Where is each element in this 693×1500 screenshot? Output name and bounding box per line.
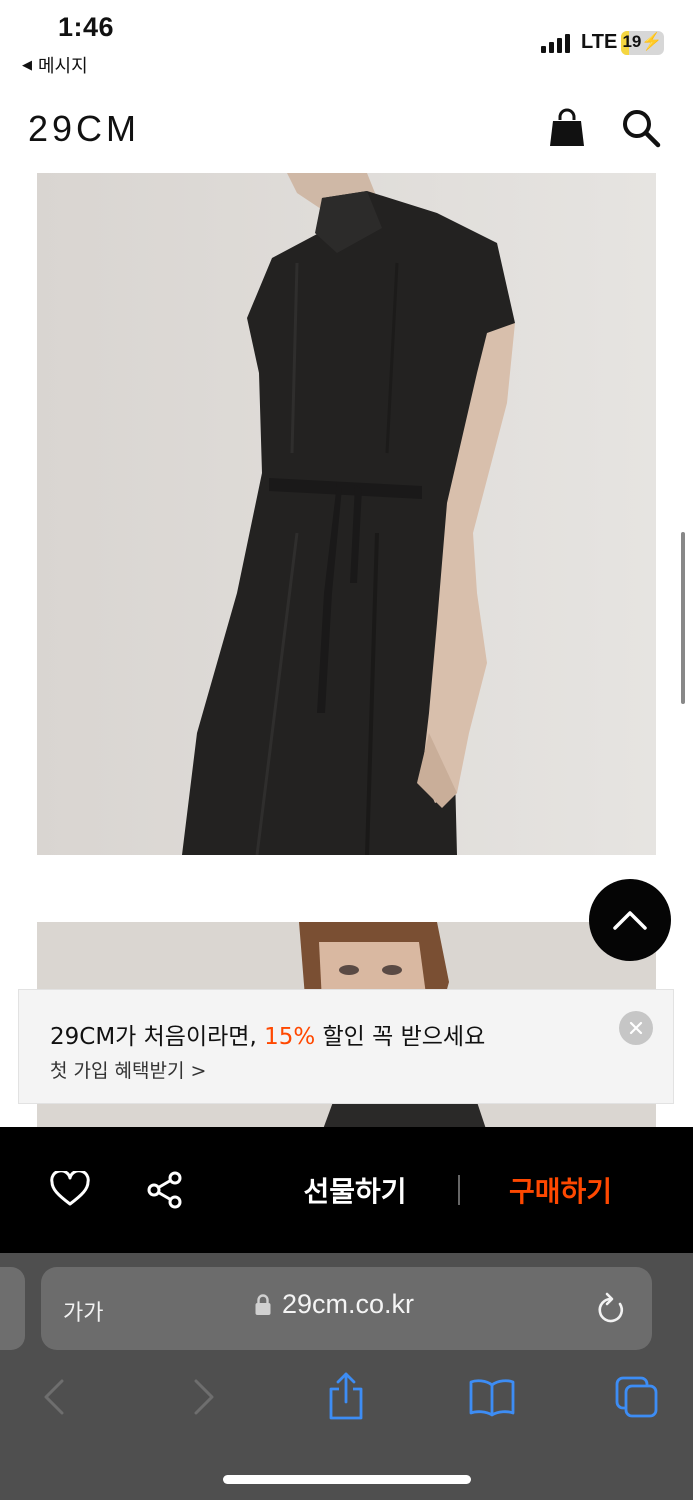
close-icon	[629, 1021, 643, 1035]
back-to-app-link[interactable]: ◀ 메시지	[22, 52, 88, 78]
search-icon[interactable]	[621, 108, 661, 148]
promo-discount: 15%	[264, 1024, 316, 1050]
heart-icon[interactable]	[50, 1171, 90, 1207]
status-time: 1:46	[58, 12, 115, 42]
promo-signup-link[interactable]: 첫 가입 혜택받기 >	[50, 1056, 206, 1083]
home-indicator[interactable]	[223, 1475, 471, 1484]
reload-icon[interactable]	[595, 1292, 627, 1326]
signup-promo-banner[interactable]: 29CM가 처음이라면, 15% 할인 꼭 받으세요 첫 가입 혜택받기 >	[18, 989, 674, 1104]
url-text: 29cm.co.kr	[282, 1289, 415, 1319]
back-triangle-icon: ◀	[22, 57, 32, 73]
buy-button[interactable]: 구매하기	[478, 1165, 643, 1215]
network-type: LTE	[581, 31, 618, 53]
status-bar: 1:46 ◀ 메시지 LTE 19⚡	[0, 0, 693, 80]
tabs-icon[interactable]	[614, 1375, 660, 1419]
action-divider	[458, 1175, 460, 1205]
browser-back-icon[interactable]	[40, 1377, 70, 1417]
gift-button[interactable]: 선물하기	[270, 1165, 440, 1215]
purchase-action-bar: 선물하기 구매하기	[0, 1127, 693, 1253]
promo-title: 29CM가 처음이라면, 15% 할인 꼭 받으세요	[50, 1024, 486, 1050]
browser-toolbar: 가가 29cm.co.kr	[0, 1253, 693, 1500]
text-size-button[interactable]: 가가	[63, 1295, 103, 1327]
page-scrollbar[interactable]	[681, 532, 685, 704]
address-bar[interactable]: 가가 29cm.co.kr	[41, 1267, 652, 1350]
battery-icon: 19⚡	[621, 31, 664, 55]
scroll-to-top-button[interactable]	[589, 879, 671, 961]
shopping-bag-icon[interactable]	[549, 108, 585, 148]
bookmarks-icon[interactable]	[468, 1377, 516, 1417]
dress-illustration	[37, 173, 656, 855]
share-sheet-icon[interactable]	[326, 1371, 366, 1421]
product-photo-dress	[37, 173, 656, 855]
battery-percent: 19⚡	[622, 32, 663, 51]
url-display[interactable]: 29cm.co.kr	[254, 1289, 414, 1320]
browser-forward-icon[interactable]	[188, 1377, 218, 1417]
promo-close-button[interactable]	[619, 1011, 653, 1045]
back-app-label: 메시지	[38, 56, 88, 77]
chevron-up-icon	[613, 911, 647, 930]
cellular-signal-icon	[541, 33, 570, 53]
lock-icon	[255, 1293, 271, 1315]
site-logo[interactable]: 29CM	[28, 108, 140, 150]
previous-tab-edge[interactable]	[0, 1267, 25, 1350]
share-icon[interactable]	[146, 1171, 184, 1209]
